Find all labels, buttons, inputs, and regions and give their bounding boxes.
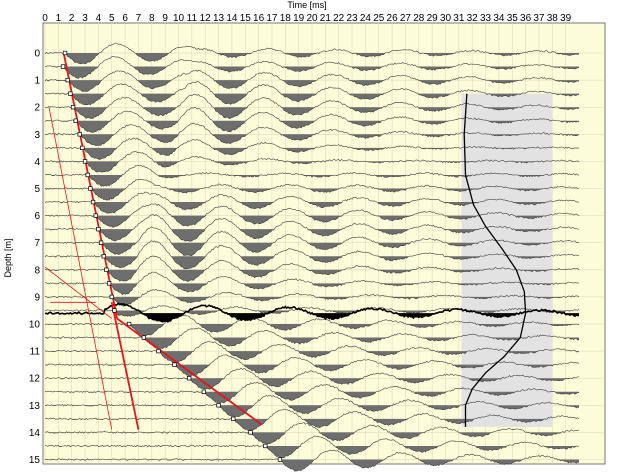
first-break-pick xyxy=(80,145,85,151)
x-tick-label: 34 xyxy=(493,13,505,24)
x-tick-label: 30 xyxy=(440,13,452,24)
y-tick-label: 9 xyxy=(34,292,40,303)
first-break-pick xyxy=(70,105,76,110)
x-tick-label: 21 xyxy=(320,13,332,24)
first-break-pick xyxy=(216,403,221,408)
x-tick-label: 23 xyxy=(346,13,358,24)
y-tick-label: 10 xyxy=(29,320,41,331)
x-tick-label: 11 xyxy=(187,13,198,24)
x-tick-label: 37 xyxy=(533,13,545,24)
y-tick-label: 2 xyxy=(34,103,40,114)
x-tick-label: 18 xyxy=(280,13,292,24)
x-tick-label: 39 xyxy=(560,13,572,24)
y-tick-label: 13 xyxy=(29,401,41,412)
x-tick-label: 31 xyxy=(453,13,465,24)
first-break-pick xyxy=(187,376,192,381)
first-break-pick xyxy=(101,254,106,259)
first-break-pick xyxy=(126,321,132,327)
x-tick-label: 13 xyxy=(213,13,225,24)
x-tick-label: 17 xyxy=(266,13,278,24)
x-tick-label: 0 xyxy=(42,13,48,24)
first-break-pick xyxy=(68,91,73,96)
x-tick-label: 9 xyxy=(162,13,168,24)
first-break-pick xyxy=(90,199,96,205)
x-tick-label: 26 xyxy=(387,13,399,24)
first-break-pick xyxy=(73,118,78,123)
first-break-pick xyxy=(85,172,90,178)
y-tick-label: 6 xyxy=(34,211,40,222)
x-axis-title: Time [ms] xyxy=(287,0,326,10)
x-tick-label: 36 xyxy=(520,13,532,24)
x-tick-label: 19 xyxy=(293,13,305,24)
y-tick-label: 14 xyxy=(29,428,41,439)
first-break-pick xyxy=(201,389,207,394)
x-tick-label: 8 xyxy=(149,13,155,24)
first-break-pick xyxy=(248,430,253,435)
x-tick-label: 29 xyxy=(427,13,439,24)
first-break-pick xyxy=(141,335,146,340)
x-tick-label: 2 xyxy=(69,13,75,24)
x-tick-label: 16 xyxy=(253,13,265,24)
y-tick-label: 15 xyxy=(29,455,41,466)
x-tick-label: 15 xyxy=(240,13,252,24)
x-tick-label: 32 xyxy=(467,13,479,24)
first-break-pick xyxy=(106,281,112,286)
first-break-pick xyxy=(98,240,104,245)
y-tick-label: 12 xyxy=(29,374,41,385)
x-tick-label: 6 xyxy=(122,13,128,24)
x-tick-label: 38 xyxy=(547,13,559,24)
first-break-pick xyxy=(112,308,117,313)
y-tick-label: 4 xyxy=(34,157,40,168)
x-tick-label: 24 xyxy=(360,13,372,24)
x-tick-label: 7 xyxy=(136,13,142,24)
x-tick-label: 22 xyxy=(333,13,345,24)
y-tick-label: 7 xyxy=(34,238,40,249)
first-break-pick xyxy=(156,348,161,354)
first-break-pick xyxy=(82,159,88,164)
x-tick-label: 4 xyxy=(96,13,102,24)
y-tick-label: 5 xyxy=(34,184,40,195)
x-tick-label: 25 xyxy=(373,13,385,24)
first-break-pick xyxy=(60,64,66,69)
x-tick-label: 3 xyxy=(82,13,88,24)
first-break-pick xyxy=(93,213,98,218)
x-tick-label: 33 xyxy=(480,13,492,24)
seismic-wiggle-chart: Time [ms] Depth [m] 0 1 2 3 4 5 6 7 8 9 10 11 12 13 14… xyxy=(3,0,606,472)
first-break-pick xyxy=(263,443,268,449)
first-break-pick xyxy=(62,50,68,56)
x-tick-label: 14 xyxy=(226,13,238,24)
y-tick-label: 1 xyxy=(34,76,40,87)
x-tick-label: 10 xyxy=(173,13,185,24)
first-break-pick xyxy=(231,416,236,421)
first-break-pick xyxy=(172,362,177,367)
y-tick-label: 0 xyxy=(34,49,40,60)
first-break-pick xyxy=(65,77,70,83)
y-tick-label: 8 xyxy=(34,265,40,276)
x-tick-label: 20 xyxy=(306,13,318,24)
first-break-pick xyxy=(88,186,93,191)
x-tick-label: 28 xyxy=(413,13,425,24)
first-break-pick xyxy=(77,132,82,137)
first-break-pick xyxy=(96,227,101,232)
y-tick-label: 11 xyxy=(30,347,41,358)
x-tick-label: 5 xyxy=(109,13,115,24)
first-break-pick xyxy=(277,457,283,462)
y-axis-title: Depth [m] xyxy=(3,238,13,277)
first-break-pick xyxy=(104,267,109,272)
x-tick-label: 35 xyxy=(507,13,519,24)
first-break-pick xyxy=(109,294,114,300)
x-tick-label: 12 xyxy=(200,13,212,24)
x-tick-label: 27 xyxy=(400,13,412,24)
x-tick-label: 1 xyxy=(56,13,62,24)
y-tick-label: 3 xyxy=(34,130,40,141)
